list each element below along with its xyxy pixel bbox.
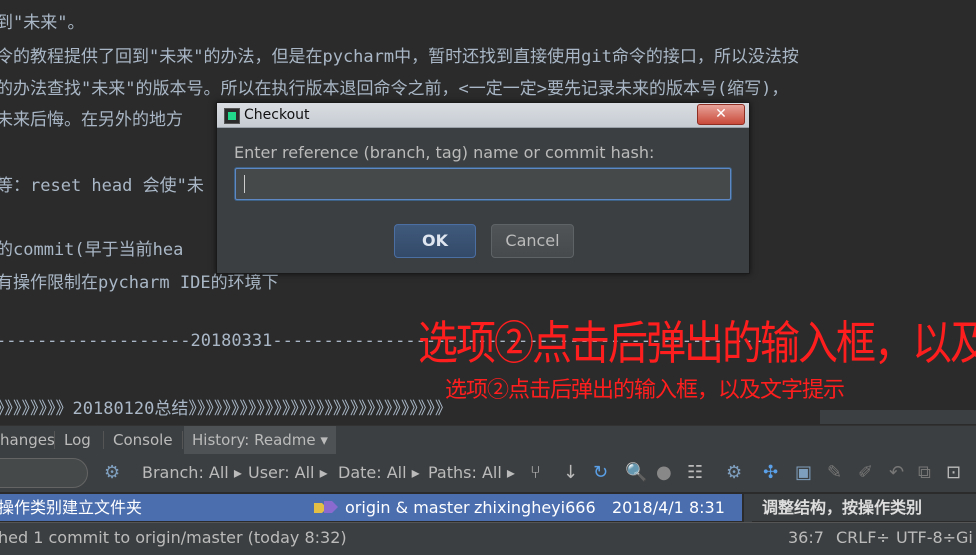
commit-row[interactable]: 操作类别建立文件夹 origin & master zhixingheyi666… — [0, 494, 742, 521]
file-encoding[interactable]: UTF-8÷ — [896, 523, 956, 553]
log-toolbar: ⚙ Branch: All ▸ User: All ▸ Date: All ▸ … — [0, 454, 976, 492]
tab-history-readme[interactable]: History: Readme ▾ — [184, 426, 336, 454]
diff-icon[interactable]: ▣ — [795, 462, 812, 483]
dialog-title: Checkout — [244, 107, 310, 123]
editor-line: 等：reset head 会使"未 — [0, 176, 204, 196]
tab-divider — [182, 431, 183, 449]
annotation-small: 选项②点击后弹出的输入框，以及文字提示 — [445, 378, 845, 403]
vcs-widget[interactable]: Gi — [956, 523, 973, 553]
commit-author: zhixingheyi666 — [474, 498, 596, 517]
editor-line: 的办法查找"未来"的版本号。所以在执行版本退回命令之前，<一定一定>要先记录未来… — [0, 79, 789, 99]
edit-source-icon[interactable]: ✐ — [858, 462, 873, 483]
dialog-title-bar[interactable]: Checkout ✕ — [217, 103, 749, 128]
paths-filter[interactable]: Paths: All ▸ — [428, 454, 515, 492]
tab-log[interactable]: Log — [56, 426, 99, 454]
revert-icon[interactable]: ↶ — [889, 462, 904, 483]
view-options-gear-icon[interactable]: ⚙ — [726, 462, 742, 483]
show-details-icon[interactable]: ☷ — [687, 462, 703, 483]
tab-divider — [103, 431, 104, 449]
reference-input[interactable] — [235, 168, 731, 200]
caret-position[interactable]: 36:7 — [788, 523, 824, 553]
commit-refs: origin & master — [345, 498, 470, 517]
line-separator[interactable]: CRLF÷ — [836, 523, 890, 553]
collapse-icon[interactable]: ✣ — [763, 462, 778, 483]
tag-icon — [314, 501, 338, 513]
status-message[interactable]: hed 1 commit to origin/master (today 8:3… — [0, 523, 347, 553]
date-filter[interactable]: Date: All ▸ — [338, 454, 420, 492]
tab-divider — [54, 431, 55, 449]
settings-gear-icon[interactable]: ⚙ — [104, 462, 120, 483]
commit-details-pane[interactable]: 调整结构，按操作类别 — [752, 494, 976, 521]
commit-date: 2018/4/1 8:31 — [612, 498, 725, 517]
editor-line: 》》》》》》》》20180120总结》》》》》》》》》》》》》》》》》》》》》》… — [0, 399, 452, 419]
cancel-button[interactable]: Cancel — [491, 224, 574, 258]
checkout-dialog: Checkout ✕ Enter reference (branch, tag)… — [216, 102, 750, 274]
reference-prompt: Enter reference (branch, tag) name or co… — [234, 143, 655, 162]
edit-icon[interactable]: ✎ — [827, 462, 842, 483]
log-search-input[interactable] — [0, 458, 88, 488]
editor-line: 未来后悔。在另外的地方 — [0, 110, 183, 130]
commit-details-text: 调整结构，按操作类别 — [762, 498, 923, 517]
tool-window-tabs: hanges Log Console History: Readme ▾ — [0, 425, 976, 455]
pycharm-icon — [224, 108, 240, 124]
branch-graph-icon[interactable]: ⑂ — [530, 462, 541, 483]
branch-filter[interactable]: Branch: All ▸ — [142, 454, 242, 492]
scroll-strip — [820, 410, 976, 424]
editor-line: 的commit(早于当前hea — [0, 240, 184, 260]
arrow-down-icon[interactable]: ↓ — [563, 462, 578, 483]
editor-line: 到"未来"。 — [0, 13, 85, 33]
status-bar: hed 1 commit to origin/master (today 8:3… — [0, 522, 976, 555]
text-caret — [244, 175, 245, 193]
editor-line: 令的教程提供了回到"未来"的办法，但是在pycharm中，暂时还找到直接使用gi… — [0, 47, 799, 67]
pane-splitter[interactable] — [744, 494, 752, 522]
refresh-icon[interactable]: ↻ — [593, 462, 608, 483]
search-icon[interactable]: 🔍 — [625, 462, 647, 483]
preview-icon[interactable]: ⧉ — [918, 462, 931, 483]
tab-console[interactable]: Console — [105, 426, 181, 454]
ok-button[interactable]: OK — [394, 224, 476, 258]
commit-message: 操作类别建立文件夹 — [0, 498, 143, 517]
user-filter[interactable]: User: All ▸ — [248, 454, 328, 492]
cherry-pick-icon[interactable]: ● — [656, 462, 672, 483]
close-button[interactable]: ✕ — [697, 104, 745, 125]
annotation-large: 选项②点击后弹出的输入框，以及文字提示 — [418, 317, 976, 371]
preview-diff-icon[interactable]: ⊡ — [946, 462, 961, 483]
